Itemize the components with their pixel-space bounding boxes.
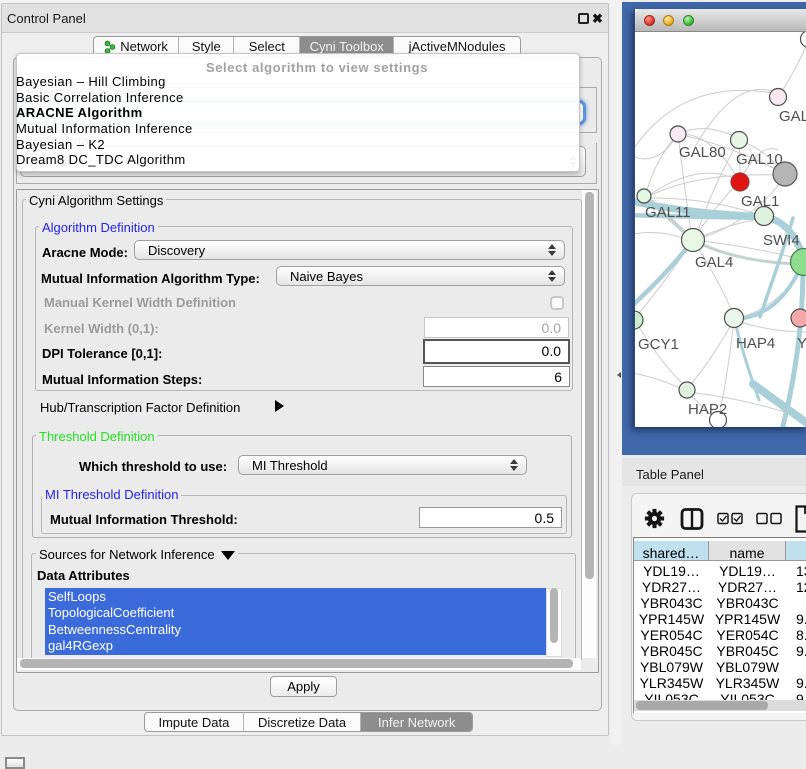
svg-text:GAL1: GAL1 [741,193,779,210]
svg-text:GCY1: GCY1 [638,336,679,353]
svg-text:SWI4: SWI4 [763,232,800,249]
svg-text:GAL10: GAL10 [736,151,783,168]
svg-text:GAL11: GAL11 [645,204,691,221]
svg-text:GAL: GAL [779,108,806,125]
svg-text:HAP2: HAP2 [688,401,727,418]
svg-text:Y: Y [797,335,806,352]
svg-text:HAP4: HAP4 [736,335,775,352]
svg-text:GAL80: GAL80 [679,144,726,161]
svg-text:GAL4: GAL4 [695,254,733,271]
